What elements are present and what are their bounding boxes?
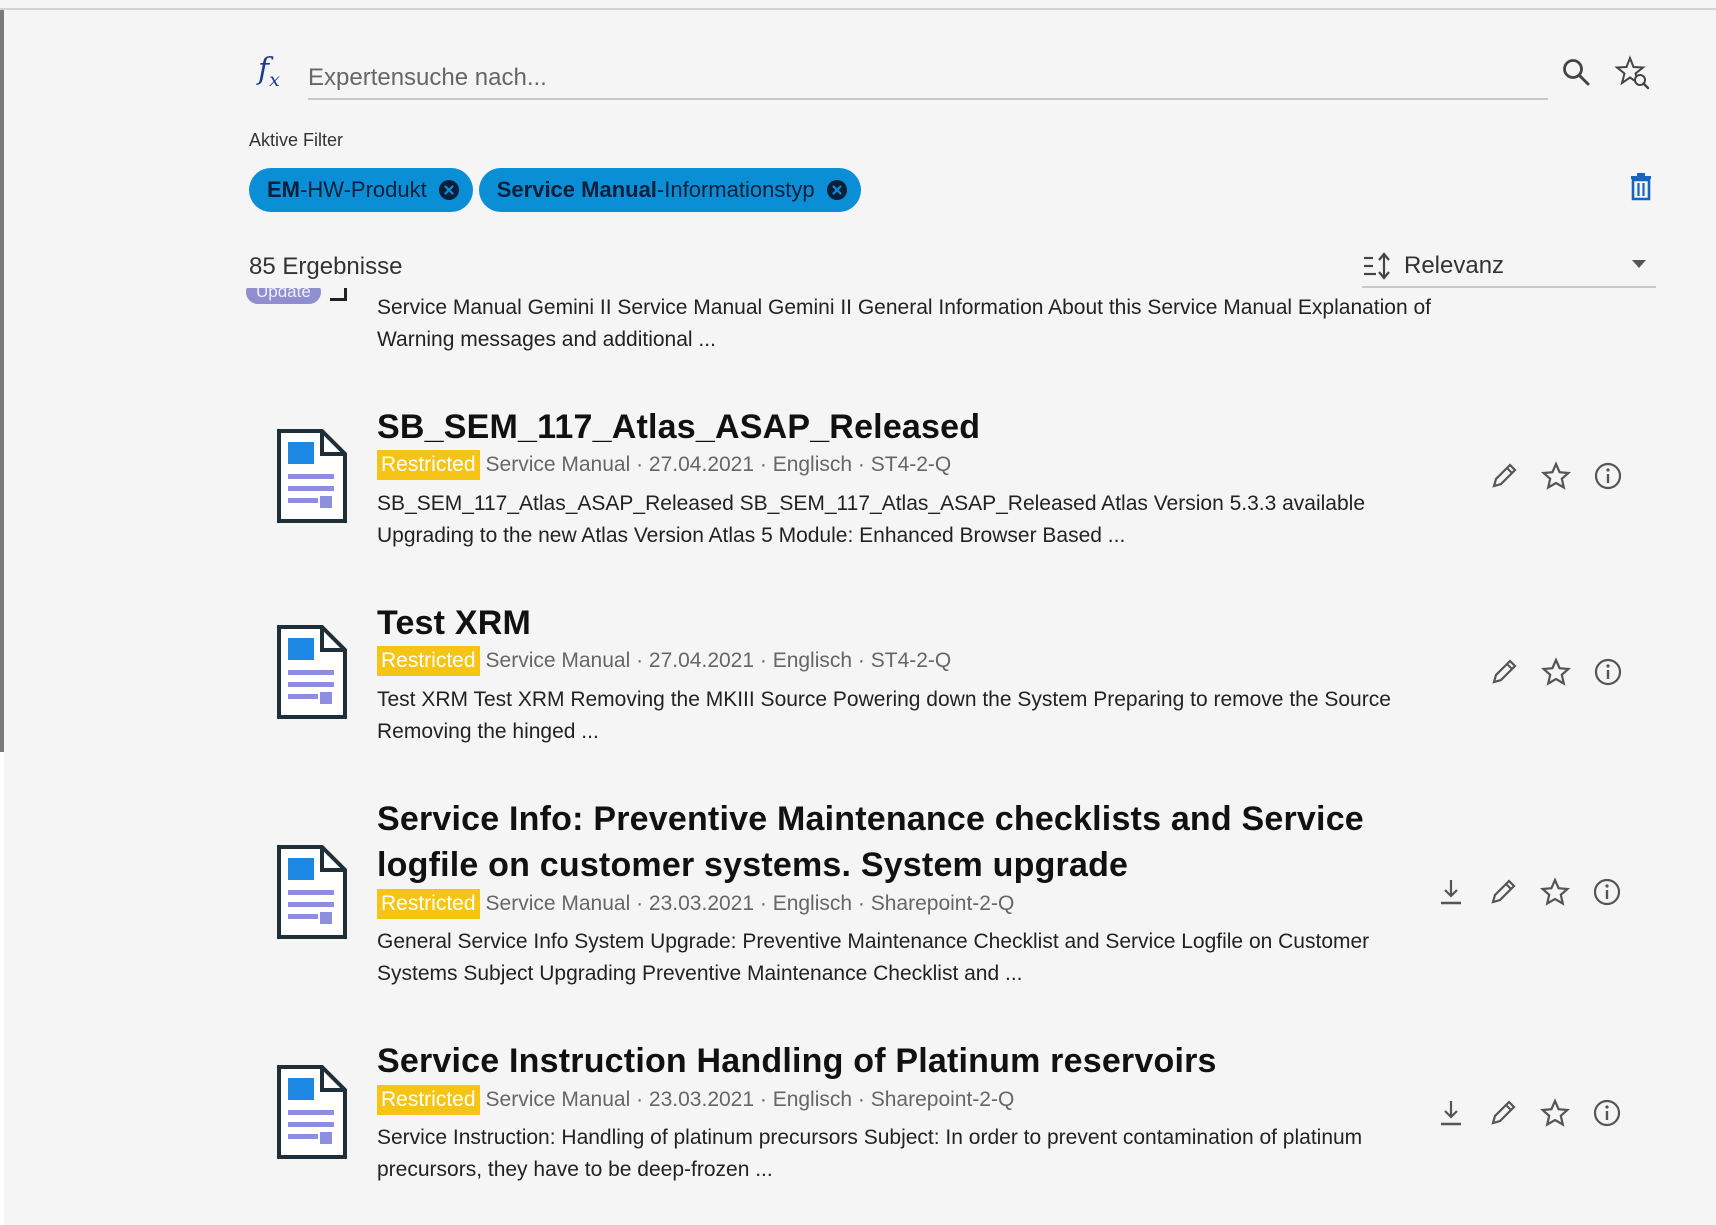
update-badge: Update — [246, 288, 321, 304]
result-meta: Restricted Service Manual · 27.04.2021 · … — [377, 450, 951, 480]
formula-icon[interactable]: fx — [258, 52, 280, 91]
result-meta-text: Service Manual · 23.03.2021 · Englisch ·… — [485, 892, 1015, 915]
result-meta-text: Service Manual · 27.04.2021 · Englisch ·… — [485, 649, 952, 672]
result-snippet: Service Instruction: Handling of platinu… — [377, 1126, 1363, 1181]
chip-value: EM — [267, 177, 300, 202]
favorite-star-icon[interactable] — [1539, 655, 1573, 689]
favorite-star-icon[interactable] — [1538, 875, 1572, 909]
chip-type: Informationstyp — [664, 177, 815, 202]
result-meta-text: Service Manual · 23.03.2021 · Englisch ·… — [485, 1088, 1015, 1111]
result-title[interactable]: Service Instruction Handling of Platinum… — [377, 1038, 1397, 1084]
document-icon — [277, 429, 347, 523]
chip-value: Service Manual — [496, 177, 657, 202]
sort-label: Relevanz — [1404, 252, 1505, 279]
result-count-number: 85 — [249, 253, 276, 280]
filter-chip-hw-produkt[interactable]: EM - HW-Produkt — [249, 168, 473, 212]
edit-pencil-icon[interactable] — [1487, 459, 1521, 493]
download-icon[interactable] — [1434, 875, 1468, 909]
filter-chips: EM - HW-Produkt Service Manual - Informa… — [249, 168, 861, 212]
result-actions — [1487, 459, 1625, 493]
restricted-badge: Restricted — [377, 646, 480, 676]
result-snippet: Service Manual Gemini II Service Manual … — [377, 296, 1432, 351]
result-count: 85 Ergebnisse — [249, 253, 402, 281]
chip-remove-icon[interactable] — [438, 180, 459, 200]
result-snippet: SB_SEM_117_Atlas_ASAP_Released SB_SEM_11… — [377, 492, 1366, 547]
restricted-badge: Restricted — [377, 889, 480, 919]
search-icon[interactable] — [1558, 54, 1594, 90]
formula-icon-x: x — [269, 69, 280, 91]
download-icon[interactable] — [1434, 1096, 1468, 1130]
result-title[interactable]: SB_SEM_117_Atlas_ASAP_Released — [377, 404, 1397, 450]
chip-remove-icon[interactable] — [826, 180, 847, 200]
document-icon — [277, 1065, 347, 1159]
chip-separator: - — [300, 177, 308, 202]
document-icon — [277, 625, 347, 719]
info-icon[interactable] — [1591, 655, 1625, 689]
edit-pencil-icon[interactable] — [1486, 875, 1520, 909]
document-icon — [277, 845, 347, 939]
expert-search-input[interactable] — [308, 58, 1548, 100]
formula-icon-f: f — [258, 52, 270, 87]
sort-icon — [1364, 252, 1390, 280]
result-title[interactable]: Test XRM — [377, 600, 1397, 646]
restricted-badge: Restricted — [377, 450, 480, 480]
edit-pencil-icon[interactable] — [1486, 1096, 1520, 1130]
info-icon[interactable] — [1590, 875, 1624, 909]
result-actions — [1434, 875, 1624, 909]
edit-pencil-icon[interactable] — [1487, 655, 1521, 689]
sort-dropdown[interactable]: Relevanz — [1362, 246, 1656, 288]
clear-filters-trash-icon[interactable] — [1626, 170, 1656, 204]
result-actions — [1434, 1096, 1624, 1130]
info-icon[interactable] — [1590, 1096, 1624, 1130]
favorite-star-icon[interactable] — [1538, 1096, 1572, 1130]
results-list: Update Service Manual Gemini II Service … — [0, 288, 1716, 1225]
filter-chip-informationstyp[interactable]: Service Manual - Informationstyp — [478, 168, 861, 212]
favorite-star-icon[interactable] — [1539, 459, 1573, 493]
chip-type: HW-Produkt — [307, 177, 427, 202]
chevron-down-icon — [1632, 260, 1646, 268]
result-count-label: Ergebnisse — [275, 253, 403, 280]
saved-search-star-icon[interactable] — [1612, 54, 1652, 92]
chip-separator: - — [656, 177, 665, 202]
result-snippet: Test XRM Test XRM Removing the MKIII Sou… — [377, 688, 1391, 743]
result-meta-text: Service Manual · 27.04.2021 · Englisch ·… — [485, 453, 952, 476]
result-title[interactable]: Service Info: Preventive Maintenance che… — [377, 796, 1397, 888]
result-actions — [1487, 655, 1625, 689]
info-icon[interactable] — [1591, 459, 1625, 493]
result-meta: Restricted Service Manual · 23.03.2021 · … — [377, 1085, 1014, 1115]
restricted-badge: Restricted — [377, 1085, 480, 1115]
result-snippet: General Service Info System Upgrade: Pre… — [377, 930, 1370, 985]
result-meta: Restricted Service Manual · 27.04.2021 · … — [377, 646, 951, 676]
top-border — [0, 8, 1716, 10]
doc-icon-partial — [330, 288, 347, 301]
result-meta: Restricted Service Manual · 23.03.2021 · … — [377, 889, 1014, 919]
active-filters-label: Aktive Filter — [249, 130, 344, 150]
